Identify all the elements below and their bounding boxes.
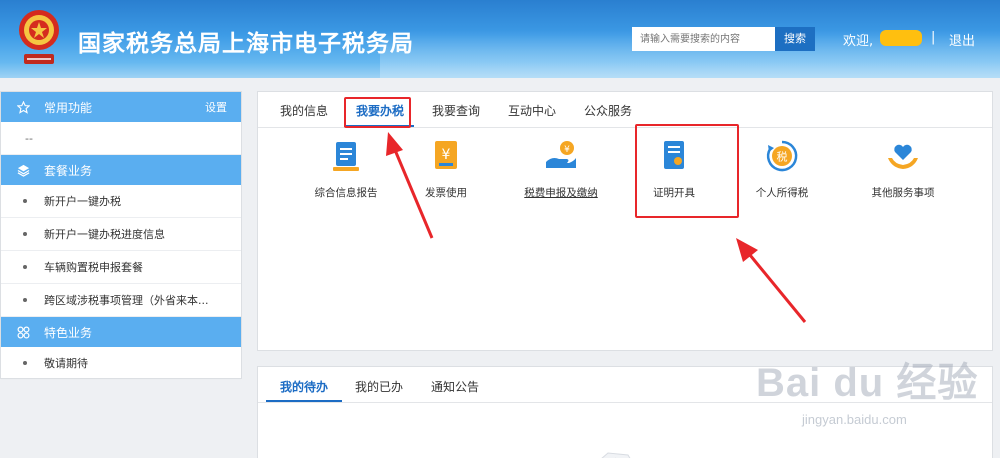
sidebar: 常用功能 设置 -- 套餐业务 新开户一键办税 新开户一键办税进度信息 车辆购置… xyxy=(0,91,242,380)
tab-interaction[interactable]: 互动中心 xyxy=(508,102,556,119)
site-header: 国家税务总局上海市电子税务局 搜索 欢迎, | 退出 xyxy=(0,0,1000,78)
todo-tabs: 我的待办 我的已办 通知公告 xyxy=(258,367,992,403)
tab-public-service[interactable]: 公众服务 xyxy=(584,102,632,119)
grid-icon xyxy=(16,326,30,339)
site-title: 国家税务总局上海市电子税务局 xyxy=(78,31,414,57)
logout-link[interactable]: 退出 xyxy=(949,30,975,49)
user-name-redacted xyxy=(880,30,922,46)
empty-state-icon xyxy=(601,452,631,458)
service-info-report[interactable]: 综合信息报告 xyxy=(298,138,394,200)
report-icon xyxy=(333,142,359,171)
sidebar-section-label: 套餐业务 xyxy=(44,163,93,178)
heart-hand-icon xyxy=(888,144,918,169)
sidebar-section-label: 常用功能 xyxy=(44,100,93,115)
star-icon xyxy=(16,100,30,114)
tax-payment-icon: ¥ xyxy=(546,141,576,168)
invoice-icon: ¥ xyxy=(435,141,457,169)
svg-text:税: 税 xyxy=(777,150,788,164)
search-input[interactable] xyxy=(632,27,775,51)
welcome-text: 欢迎, xyxy=(843,34,874,49)
active-tab-underline xyxy=(344,125,414,127)
sidebar-item[interactable]: 新开户一键办税进度信息 xyxy=(1,218,241,251)
service-certificate[interactable]: 证明开具 xyxy=(634,138,714,200)
sidebar-section-special[interactable]: 特色业务 xyxy=(1,317,241,347)
service-panel: 我的信息 我要办税 我要查询 互动中心 公众服务 综合信息报告 ¥ 发票使用 ¥ xyxy=(257,91,993,351)
tax-emblem-logo xyxy=(19,10,59,64)
sidebar-item[interactable]: 新开户一键办税 xyxy=(1,185,241,218)
tab-my-info[interactable]: 我的信息 xyxy=(280,102,328,119)
list-item-empty: -- xyxy=(1,122,241,155)
active-tab-underline xyxy=(266,400,342,402)
tab-my-done[interactable]: 我的已办 xyxy=(355,378,403,395)
header-separator: | xyxy=(931,30,936,45)
settings-link[interactable]: 设置 xyxy=(205,99,227,115)
sidebar-section-label: 特色业务 xyxy=(44,325,93,340)
tab-tax-handling[interactable]: 我要办税 xyxy=(356,102,404,119)
sidebar-section-common[interactable]: 常用功能 设置 xyxy=(1,92,241,122)
service-tax-filing-payment[interactable]: ¥ 税费申报及缴纳 xyxy=(516,138,606,200)
svg-text:¥: ¥ xyxy=(442,147,451,163)
main-tabs: 我的信息 我要办税 我要查询 互动中心 公众服务 xyxy=(258,92,992,128)
layers-icon xyxy=(16,164,30,177)
service-invoice[interactable]: ¥ 发票使用 xyxy=(406,138,486,200)
todo-panel: 我的待办 我的已办 通知公告 xyxy=(257,366,993,458)
service-personal-income-tax[interactable]: 税 个人所得税 xyxy=(742,138,822,200)
certificate-icon xyxy=(664,141,684,169)
tab-query[interactable]: 我要查询 xyxy=(432,102,480,119)
tab-my-todo[interactable]: 我的待办 xyxy=(280,378,328,395)
search-button[interactable]: 搜索 xyxy=(775,27,815,51)
sidebar-item[interactable]: 车辆购置税申报套餐 xyxy=(1,251,241,284)
sidebar-item[interactable]: 跨区域涉税事项管理（外省来本... xyxy=(1,284,241,317)
service-other[interactable]: 其他服务事项 xyxy=(858,138,948,200)
sidebar-item[interactable]: 敬请期待 xyxy=(1,347,241,380)
personal-tax-icon: 税 xyxy=(766,140,798,172)
svg-text:¥: ¥ xyxy=(564,145,570,155)
sidebar-section-package[interactable]: 套餐业务 xyxy=(1,155,241,185)
tab-notices[interactable]: 通知公告 xyxy=(431,378,479,395)
